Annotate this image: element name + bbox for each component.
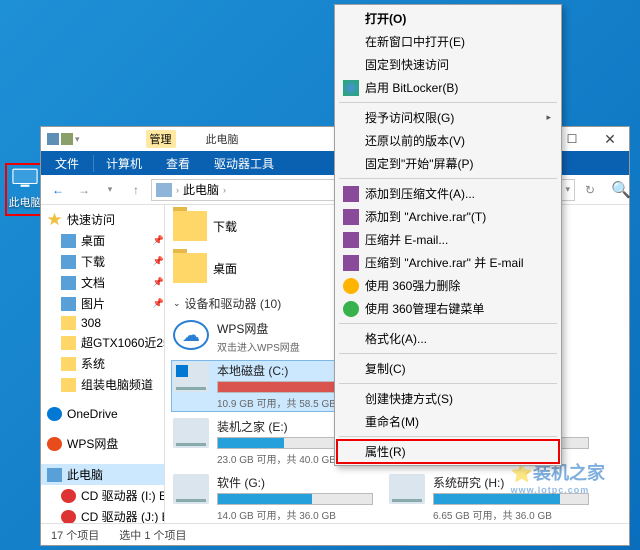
cd-icon	[61, 489, 76, 503]
360-icon	[343, 278, 359, 294]
sidebar-item-folder[interactable]: 超GTX1060近25%	[41, 332, 164, 353]
ribbon-file-tab[interactable]: 文件	[41, 155, 94, 172]
pictures-icon	[61, 297, 76, 311]
star-icon	[47, 213, 62, 227]
onedrive-icon	[47, 407, 62, 421]
downloads-icon	[61, 255, 76, 269]
nav-forward-button[interactable]: →	[73, 179, 95, 201]
shield-icon	[343, 80, 359, 96]
context-menu: 打开(O) 在新窗口中打开(E) 固定到快速访问 启用 BitLocker(B)…	[334, 4, 562, 466]
ctx-create-shortcut[interactable]: 创建快捷方式(S)	[337, 387, 559, 410]
ctx-properties[interactable]: 属性(R)	[337, 440, 559, 463]
hdd-icon	[173, 474, 209, 504]
winrar-icon	[343, 232, 359, 248]
ctx-add-to-rar[interactable]: 添加到 "Archive.rar"(T)	[337, 205, 559, 228]
ctx-360-menu[interactable]: 使用 360管理右键菜单	[337, 297, 559, 320]
hdd-icon	[389, 474, 425, 504]
sidebar-item-folder[interactable]: 组装电脑频道	[41, 374, 164, 395]
hdd-icon	[173, 418, 209, 448]
pc-icon	[156, 183, 172, 197]
folder-icon	[61, 357, 76, 371]
system-drive-icon	[173, 362, 209, 392]
folder-downloads[interactable]: 下载	[173, 211, 237, 241]
qat-icon[interactable]	[47, 133, 59, 145]
ctx-open-new-window[interactable]: 在新窗口中打开(E)	[337, 30, 559, 53]
sidebar-quick-access[interactable]: 快速访问	[41, 209, 164, 230]
ctx-360-delete[interactable]: 使用 360强力删除	[337, 274, 559, 297]
sidebar-cd-drive[interactable]: CD 驱动器 (J:) BONJ	[41, 506, 164, 523]
ctx-pin-quick-access[interactable]: 固定到快速访问	[337, 53, 559, 76]
search-icon[interactable]: 🔍	[605, 180, 623, 200]
nav-back-button[interactable]: ←	[47, 179, 69, 201]
drive-g[interactable]: 软件 (G:)14.0 GB 可用，共 36.0 GB	[173, 474, 373, 522]
sidebar-item-documents[interactable]: 文档📌	[41, 272, 164, 293]
ctx-rename[interactable]: 重命名(M)	[337, 410, 559, 433]
sidebar-this-pc[interactable]: 此电脑	[41, 464, 164, 485]
ctx-pin-start[interactable]: 固定到"开始"屏幕(P)	[337, 152, 559, 175]
ctx-restore-versions[interactable]: 还原以前的版本(V)	[337, 129, 559, 152]
desktop-this-pc-icon[interactable]: 此电脑	[5, 163, 45, 216]
ctx-format[interactable]: 格式化(A)...	[337, 327, 559, 350]
sidebar-item-desktop[interactable]: 桌面📌	[41, 230, 164, 251]
sidebar-wps[interactable]: WPS网盘	[41, 433, 164, 454]
desktop-icon	[61, 234, 76, 248]
status-selection: 选中 1 个项目	[119, 527, 186, 543]
ctx-grant-access[interactable]: 授予访问权限(G)	[337, 106, 559, 129]
wps-drive-icon: ☁	[173, 320, 209, 350]
wps-icon	[47, 437, 62, 451]
cd-icon	[61, 510, 76, 524]
refresh-button[interactable]: ↻	[579, 179, 601, 201]
sidebar-item-downloads[interactable]: 下载📌	[41, 251, 164, 272]
window-title: 此电脑	[206, 131, 239, 147]
winrar-icon	[343, 186, 359, 202]
sidebar-cd-drive[interactable]: CD 驱动器 (I:) BONJ	[41, 485, 164, 506]
folder-icon	[61, 378, 76, 392]
ribbon-drive-tools-tab[interactable]: 驱动器工具	[202, 155, 286, 172]
sidebar-item-pictures[interactable]: 图片📌	[41, 293, 164, 314]
360-icon	[343, 301, 359, 317]
documents-icon	[61, 276, 76, 290]
desktop-this-pc-label: 此电脑	[7, 194, 43, 210]
folder-icon	[61, 316, 76, 330]
folder-icon	[61, 336, 76, 350]
qat-icon[interactable]	[61, 133, 73, 145]
ctx-bitlocker[interactable]: 启用 BitLocker(B)	[337, 76, 559, 99]
folder-icon	[173, 211, 207, 241]
winrar-icon	[343, 255, 359, 271]
ribbon-computer-tab[interactable]: 计算机	[94, 155, 154, 172]
drive-h[interactable]: 系统研究 (H:)6.65 GB 可用，共 36.0 GB	[389, 474, 589, 522]
folder-icon	[173, 253, 207, 283]
nav-history-button[interactable]: ▾	[99, 179, 121, 201]
ctx-zip-email[interactable]: 压缩并 E-mail...	[337, 228, 559, 251]
ctx-zip-rar-email[interactable]: 压缩到 "Archive.rar" 并 E-mail	[337, 251, 559, 274]
sidebar-item-folder[interactable]: 308	[41, 314, 164, 332]
ctx-add-archive[interactable]: 添加到压缩文件(A)...	[337, 182, 559, 205]
folder-desktop[interactable]: 桌面	[173, 253, 237, 283]
sidebar-onedrive[interactable]: OneDrive	[41, 405, 164, 423]
status-item-count: 17 个项目	[51, 527, 99, 543]
breadcrumb-item[interactable]: 此电脑	[183, 181, 219, 198]
nav-sidebar: 快速访问 桌面📌 下载📌 文档📌 图片📌 308 超GTX1060近25% 系统…	[41, 205, 165, 523]
close-button[interactable]: ✕	[591, 127, 629, 151]
ribbon-view-tab[interactable]: 查看	[154, 155, 202, 172]
pc-icon	[47, 468, 62, 482]
ctx-copy[interactable]: 复制(C)	[337, 357, 559, 380]
nav-up-button[interactable]: ↑	[125, 179, 147, 201]
ribbon-context-tab[interactable]: 管理	[146, 130, 176, 148]
status-bar: 17 个项目 选中 1 个项目	[41, 523, 629, 545]
ctx-open[interactable]: 打开(O)	[337, 7, 559, 30]
sidebar-item-folder[interactable]: 系统	[41, 353, 164, 374]
winrar-icon	[343, 209, 359, 225]
